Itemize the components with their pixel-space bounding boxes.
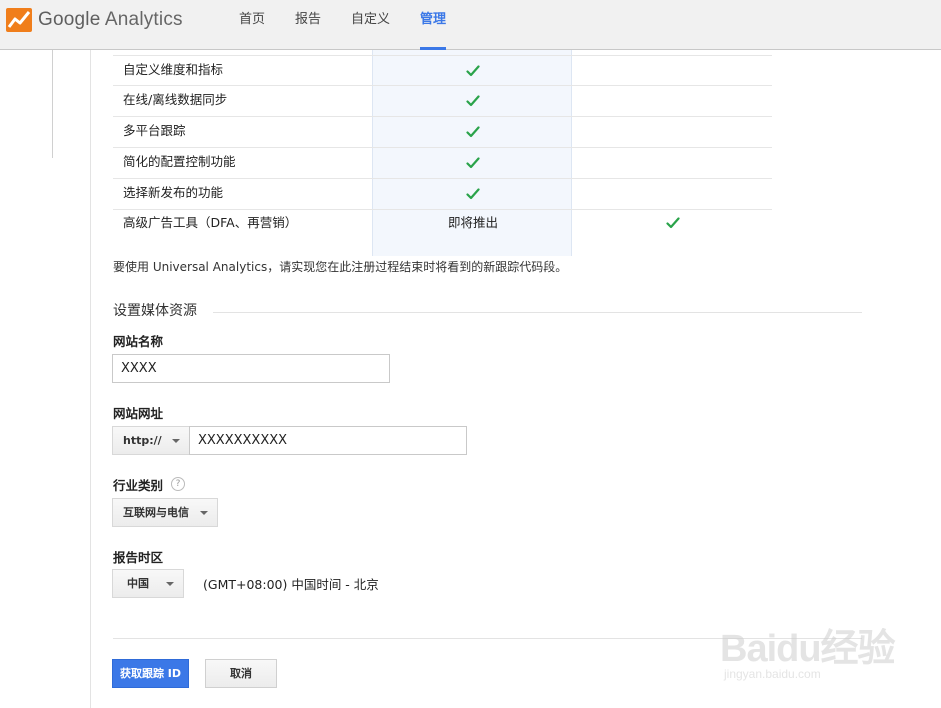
site-url-label: 网站网址 xyxy=(113,406,164,421)
industry-value: 互联网与电信 xyxy=(123,506,189,519)
feature-row: 简化的配置控制功能 xyxy=(113,148,772,179)
question-icon[interactable]: ? xyxy=(171,477,185,491)
check-icon xyxy=(373,56,573,83)
analytics-logo-icon xyxy=(6,8,32,32)
feature-label: 简化的配置控制功能 xyxy=(123,154,236,169)
google-analytics-logo[interactable]: Google Analytics xyxy=(6,6,183,34)
site-url-input[interactable]: XXXXXXXXXX xyxy=(189,426,467,455)
chevron-down-icon xyxy=(172,439,180,443)
left-divider-top xyxy=(52,50,53,158)
feature-label: 自定义维度和指标 xyxy=(123,62,224,77)
feature-row: 在线/离线数据同步 xyxy=(113,86,772,117)
section-title: 设置媒体资源 xyxy=(113,300,205,320)
feature-row: 多平台跟踪 xyxy=(113,117,772,148)
nav-customize[interactable]: 自定义 xyxy=(336,0,405,50)
left-divider xyxy=(90,50,91,708)
watermark-main: Baidu经验 xyxy=(720,628,896,670)
industry-label: 行业类别 xyxy=(113,478,164,493)
logo-text: Google Analytics xyxy=(38,9,183,31)
feature-comparison-table: 自定义维度和指标 在线/离线数据同步 多平台跟踪简化的配置控制功能 选择新发布的功能高… xyxy=(113,55,772,243)
nav-reports[interactable]: 报告 xyxy=(280,0,336,50)
feature-label: 高级广告工具（DFA、再营销） xyxy=(123,215,298,230)
check-icon xyxy=(373,148,573,175)
feature-row: 自定义维度和指标 xyxy=(113,55,772,86)
check-icon xyxy=(573,210,772,236)
main-nav: 首页 报告 自定义 管理 xyxy=(224,0,461,50)
get-tracking-id-button[interactable]: 获取跟踪 ID xyxy=(112,659,189,688)
check-icon xyxy=(373,179,573,206)
site-name-label: 网站名称 xyxy=(113,334,164,349)
logo-product: Analytics xyxy=(104,9,183,30)
timezone-label: 报告时区 xyxy=(113,550,164,565)
watermark-sub: jingyan.baidu.com xyxy=(724,667,821,681)
feature-label: 选择新发布的功能 xyxy=(123,185,224,200)
check-icon xyxy=(373,86,573,113)
chevron-down-icon xyxy=(200,511,208,515)
protocol-dropdown[interactable]: http:// xyxy=(112,426,190,455)
baidu-watermark: Baidu经验 jingyan.baidu.com xyxy=(720,607,920,687)
feature-status: 即将推出 xyxy=(447,215,498,230)
check-icon xyxy=(373,117,573,144)
section-divider xyxy=(213,312,862,313)
timezone-value: (GMT+08:00) 中国时间 - 北京 xyxy=(203,577,379,592)
protocol-value: http:// xyxy=(123,434,162,447)
ua-notice: 要使用 Universal Analytics，请实现您在此注册过程结束时将看到… xyxy=(113,260,568,274)
feature-row: 高级广告工具（DFA、再营销） 即将推出 xyxy=(113,210,772,243)
nav-admin[interactable]: 管理 xyxy=(405,0,461,50)
cancel-button[interactable]: 取消 xyxy=(205,659,277,688)
chevron-down-icon xyxy=(166,582,174,586)
feature-row: 选择新发布的功能 xyxy=(113,179,772,210)
top-bar: Google Analytics 首页 报告 自定义 管理 xyxy=(0,0,941,50)
site-name-input[interactable]: XXXX xyxy=(112,354,390,383)
feature-label: 在线/离线数据同步 xyxy=(123,92,228,107)
country-value: 中国 xyxy=(127,577,149,590)
country-dropdown[interactable]: 中国 xyxy=(112,569,184,598)
feature-label: 多平台跟踪 xyxy=(123,123,186,138)
logo-google: Google xyxy=(38,9,101,30)
industry-dropdown[interactable]: 互联网与电信 xyxy=(112,498,218,527)
nav-home[interactable]: 首页 xyxy=(224,0,280,50)
